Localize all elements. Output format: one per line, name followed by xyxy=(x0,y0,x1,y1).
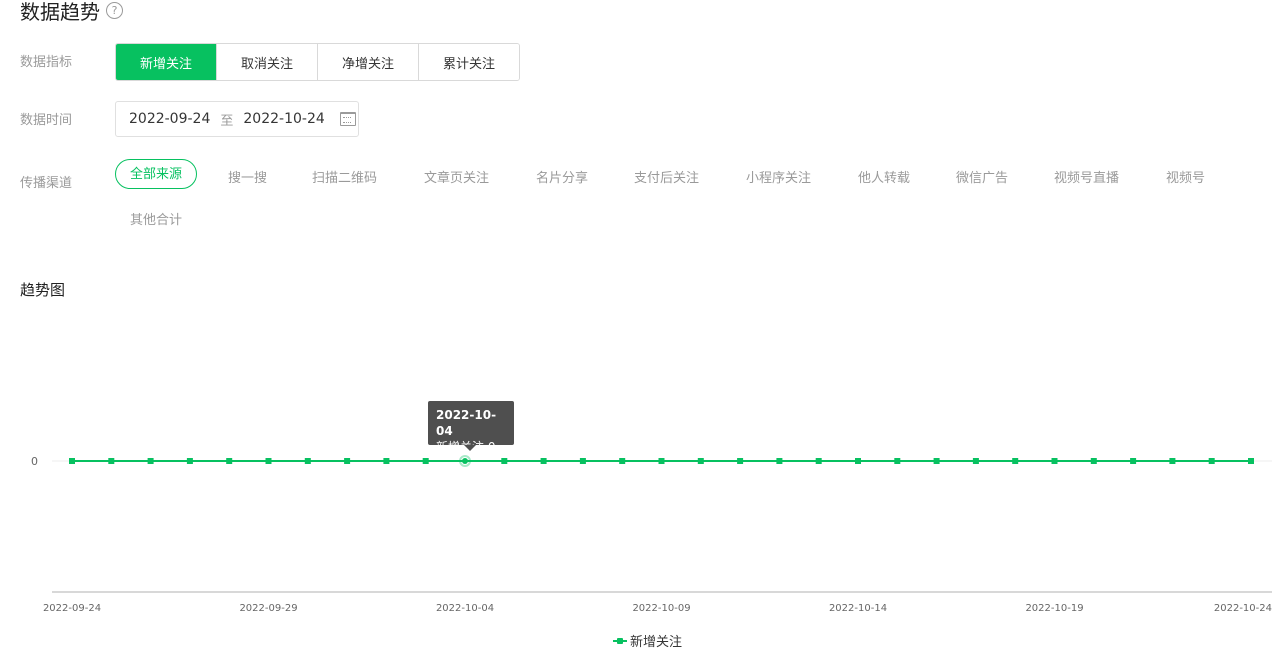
data-point xyxy=(147,458,154,464)
data-point xyxy=(540,458,547,464)
data-point xyxy=(933,458,940,464)
data-point xyxy=(1169,458,1176,464)
data-point xyxy=(422,458,429,464)
chart-legend[interactable]: 新增关注 xyxy=(613,631,682,650)
data-point xyxy=(972,458,979,464)
legend-label: 新增关注 xyxy=(630,635,683,650)
chart-tooltip: 2022-10-04 新增关注 0 xyxy=(428,401,514,454)
x-tick-label: 2022-10-09 xyxy=(632,603,690,614)
data-point xyxy=(1208,458,1215,464)
data-point xyxy=(186,458,193,464)
data-point xyxy=(579,458,586,464)
data-point xyxy=(1090,458,1097,464)
data-point xyxy=(108,458,115,464)
data-point xyxy=(1051,458,1058,464)
tooltip-date: 2022-10-04 xyxy=(436,408,497,438)
data-point xyxy=(815,458,822,464)
data-point xyxy=(501,458,508,464)
data-point xyxy=(855,458,861,464)
data-point xyxy=(776,458,783,464)
data-point xyxy=(226,458,233,464)
data-point xyxy=(658,458,665,464)
x-tick-label: 2022-09-24 xyxy=(43,603,101,614)
trend-chart: 0 2022-09-24 2022-09-29 2022-10-04 2022-10-… xyxy=(31,455,1272,614)
tooltip-value: 新增关注 0 xyxy=(436,440,496,454)
x-tick-label: 2022-09-29 xyxy=(239,603,297,614)
data-point xyxy=(697,458,704,464)
data-point xyxy=(619,458,626,464)
data-point xyxy=(1012,458,1019,464)
x-tick-label: 2022-10-19 xyxy=(1025,603,1083,614)
y-tick-label: 0 xyxy=(31,455,38,468)
data-point xyxy=(265,458,272,464)
x-tick-label: 2022-10-14 xyxy=(829,603,887,614)
x-tick-label: 2022-10-24 xyxy=(1214,603,1272,614)
data-point xyxy=(462,458,468,464)
data-point xyxy=(304,458,311,464)
legend-line-marker-icon xyxy=(613,636,627,646)
data-point xyxy=(737,458,744,464)
data-point xyxy=(383,458,390,464)
data-point xyxy=(1130,458,1137,464)
data-point xyxy=(344,458,351,464)
data-point xyxy=(894,458,901,464)
data-point xyxy=(1248,458,1254,464)
x-tick-label: 2022-10-04 xyxy=(436,603,494,614)
data-point xyxy=(69,458,75,464)
